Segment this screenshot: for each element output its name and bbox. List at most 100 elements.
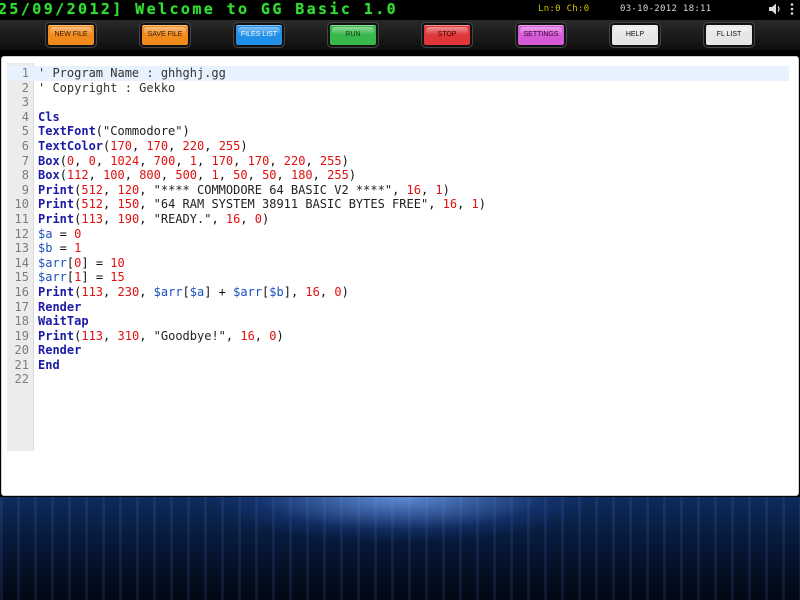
- keyword-token: TextColor: [38, 138, 104, 153]
- keyword-token: Box: [38, 168, 60, 183]
- string-token: "READY.": [153, 211, 212, 226]
- var-token: $arr: [233, 284, 263, 299]
- number-token: 0: [334, 284, 342, 299]
- line-code: Box(112, 100, 800, 500, 1, 50, 50, 180, …: [38, 168, 356, 183]
- op-token: ,: [218, 168, 234, 183]
- string-token: "64 RAM SYSTEM 38911 BASIC BYTES FREE": [153, 197, 429, 212]
- line-number: 19: [14, 328, 29, 343]
- code-line[interactable]: 3: [7, 95, 789, 110]
- var-token: $arr: [153, 284, 183, 299]
- code-line[interactable]: 2 ' Copyright : Gekko: [7, 81, 789, 96]
- stop-button[interactable]: STOP: [422, 23, 472, 47]
- op-token: ,: [139, 211, 154, 226]
- op-token: ],: [283, 284, 306, 299]
- line-number: 8: [21, 168, 29, 183]
- line-number: 7: [21, 153, 29, 168]
- new-file-button[interactable]: NEW FILE: [46, 23, 96, 47]
- code-editor[interactable]: 1 ' Program Name : ghhghj.gg 2 ' Copyright …: [1, 56, 799, 496]
- speaker-icon[interactable]: [768, 2, 782, 16]
- number-token: 170: [146, 138, 169, 153]
- line-code: $b = 1: [38, 241, 81, 256]
- op-token: ] =: [81, 255, 111, 270]
- op-token: ] +: [204, 284, 234, 299]
- code-line[interactable]: 15 $arr[1] = 15: [7, 270, 789, 285]
- op-token: ,: [247, 168, 263, 183]
- code-line[interactable]: 17 Render: [7, 300, 789, 315]
- line-code: End: [38, 358, 60, 373]
- line-number: 13: [14, 241, 29, 256]
- code-line[interactable]: 14 $arr[0] = 10: [7, 256, 789, 271]
- line-code: Render: [38, 343, 81, 358]
- code-line[interactable]: 5 TextFont("Commodore"): [7, 124, 789, 139]
- line-code: Box(0, 0, 1024, 700, 1, 170, 170, 220, 2…: [38, 154, 349, 169]
- code-line[interactable]: 21 End: [7, 358, 789, 373]
- fl-list-button[interactable]: FL LIST: [704, 23, 754, 47]
- button-label: STOP: [437, 31, 457, 38]
- op-token: ): [341, 284, 349, 299]
- line-number: 9: [21, 182, 29, 197]
- op-token: ): [348, 168, 357, 183]
- code-line[interactable]: 12 $a = 0: [7, 227, 789, 242]
- code-line[interactable]: 11 Print(113, 190, "READY.", 16, 0): [7, 212, 789, 227]
- number-token: 16: [406, 182, 421, 197]
- settings-button[interactable]: SETTINGS: [516, 23, 566, 47]
- op-token: ,: [103, 211, 118, 226]
- welcome-marquee: 25/09/2012] Welcome to GG Basic 1.0: [0, 0, 399, 18]
- keyword-token: TextFont: [38, 124, 96, 139]
- number-token: 120: [117, 182, 140, 197]
- code-line[interactable]: 13 $b = 1: [7, 241, 789, 256]
- code-line[interactable]: 6 TextColor(170, 170, 220, 255): [7, 139, 789, 154]
- keyword-token: End: [38, 357, 60, 372]
- code-line[interactable]: 20 Render: [7, 343, 789, 358]
- op-token: (: [59, 168, 67, 183]
- number-token: 112: [66, 168, 89, 183]
- run-button[interactable]: RUN: [328, 23, 378, 47]
- op-token: ,: [160, 168, 176, 183]
- line-number: 4: [21, 109, 29, 124]
- code-line[interactable]: 9 Print(512, 120, "**** COMMODORE 64 BASI…: [7, 183, 789, 198]
- save-file-button[interactable]: SAVE FILE: [140, 23, 190, 47]
- op-token: ,: [103, 197, 118, 212]
- op-token: ,: [103, 182, 118, 197]
- code-line[interactable]: 7 Box(0, 0, 1024, 700, 1, 170, 170, 220, …: [7, 154, 789, 169]
- number-token: 1024: [110, 153, 140, 168]
- number-token: 50: [262, 168, 277, 183]
- var-token: $arr: [38, 270, 67, 285]
- line-code: Print(113, 190, "READY.", 16, 0): [38, 212, 269, 227]
- line-number: 12: [14, 226, 29, 241]
- code-line[interactable]: 8 Box(112, 100, 800, 500, 1, 50, 50, 180,…: [7, 168, 789, 183]
- op-token: ,: [420, 182, 436, 197]
- help-button[interactable]: HELP: [610, 23, 660, 47]
- op-token: ,: [254, 328, 270, 343]
- number-token: 1: [211, 168, 219, 183]
- op-token: ): [240, 138, 248, 153]
- number-token: 512: [81, 197, 104, 212]
- op-token: ,: [269, 153, 284, 168]
- code-line[interactable]: 4 Cls: [7, 110, 789, 125]
- code-line[interactable]: 16 Print(113, 230, $arr[$a] + $arr[$b], 1…: [7, 285, 789, 300]
- op-token: ,: [95, 153, 111, 168]
- comment-token: ' Program Name : ghhghj.gg: [38, 66, 226, 80]
- keyword-token: Box: [38, 153, 60, 168]
- files-list-button[interactable]: FILES LIST: [234, 23, 284, 47]
- code-line[interactable]: 19 Print(113, 310, "Goodbye!", 16, 0): [7, 329, 789, 344]
- op-token: ,: [168, 138, 183, 153]
- op-token: (: [59, 153, 67, 168]
- var-token: $a: [38, 226, 53, 241]
- op-token: ,: [319, 284, 335, 299]
- op-token: ,: [211, 211, 226, 226]
- op-token: =: [52, 226, 75, 241]
- var-token: $b: [269, 284, 284, 299]
- line-code: Print(113, 230, $arr[$a] + $arr[$b], 16,…: [38, 285, 349, 300]
- code-line[interactable]: 18 WaitTap: [7, 314, 789, 329]
- number-token: 0: [88, 153, 96, 168]
- menu-dots-icon[interactable]: [789, 2, 795, 16]
- line-number: 21: [14, 357, 29, 372]
- code-line[interactable]: 22: [7, 372, 789, 387]
- comment-token: ' Copyright : Gekko: [38, 80, 176, 95]
- code-line[interactable]: 10 Print(512, 150, "64 RAM SYSTEM 38911 B…: [7, 197, 789, 212]
- keyword-token: Render: [38, 343, 82, 358]
- code-lines[interactable]: 1 ' Program Name : ghhghj.gg 2 ' Copyright …: [7, 66, 789, 387]
- number-token: 16: [305, 284, 320, 299]
- code-line[interactable]: 1 ' Program Name : ghhghj.gg: [7, 66, 789, 81]
